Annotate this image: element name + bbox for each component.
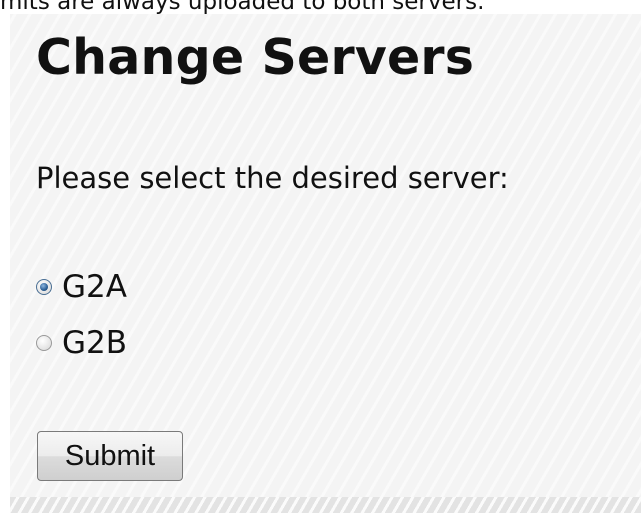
page-title: Change Servers: [36, 29, 475, 86]
server-option-g2b[interactable]: G2B: [36, 324, 127, 362]
submit-button[interactable]: Submit: [37, 431, 183, 481]
radio-button-g2b[interactable]: [36, 335, 52, 351]
server-prompt: Please select the desired server:: [36, 161, 509, 195]
clipped-info-text: mits are always uploaded to both servers…: [0, 0, 485, 14]
server-option-label: G2A: [62, 269, 127, 305]
radio-button-g2a[interactable]: [36, 279, 52, 295]
server-option-g2a[interactable]: G2A: [36, 268, 127, 306]
server-option-label: G2B: [62, 325, 128, 361]
left-margin: [0, 14, 10, 513]
panel-bottom-border: [10, 497, 641, 513]
page-top-area: mits are always uploaded to both servers…: [0, 0, 641, 14]
